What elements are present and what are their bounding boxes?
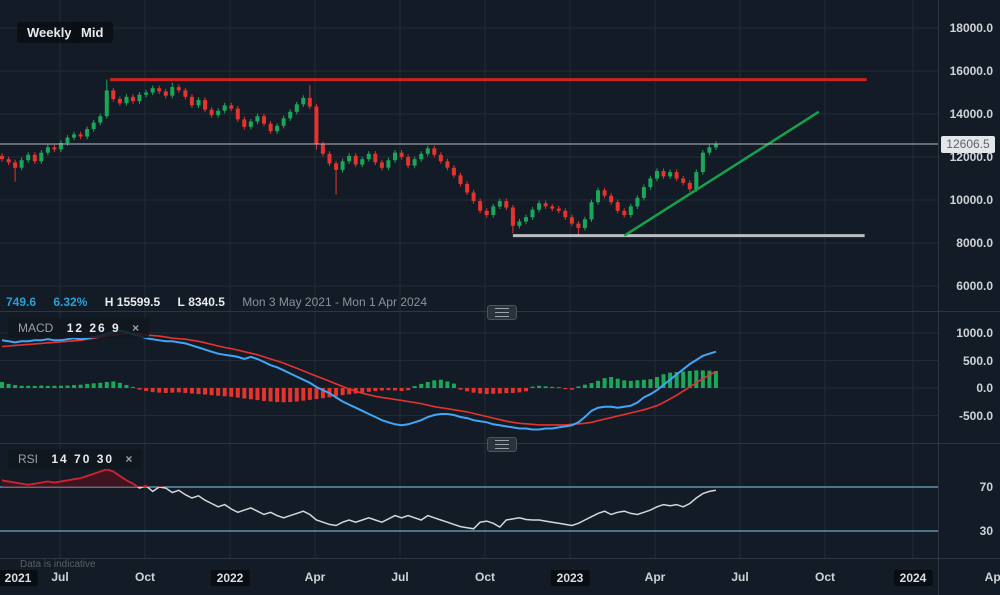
macd-tick-label: 1000.0 — [941, 326, 993, 340]
macd-name: MACD — [18, 321, 53, 335]
grid — [0, 0, 938, 558]
rsi-legend[interactable]: RSI 14 70 30 × — [8, 449, 142, 469]
time-tick-month: Apr — [305, 570, 326, 584]
chart-window: Weekly Mid 749.6 6.32% H 15599.5 L 8340.… — [0, 0, 1000, 595]
rsi-close-icon[interactable]: × — [125, 452, 132, 466]
macd-tick-label: 0.0 — [941, 381, 993, 395]
price-tick-label: 8000.0 — [941, 236, 993, 250]
grip-lines-icon — [495, 308, 509, 317]
price-tick-label: 6000.0 — [941, 279, 993, 293]
low-value: 8340.5 — [188, 295, 225, 309]
macd-tick-label: -500.0 — [941, 409, 993, 423]
price-tick-label: 16000.0 — [941, 64, 993, 78]
time-tick-month: Jul — [391, 570, 408, 584]
high-value: 15599.5 — [117, 295, 160, 309]
rsi-panel — [0, 469, 938, 531]
macd-legend[interactable]: MACD 12 26 9 × — [8, 318, 149, 338]
time-tick-year: 2023 — [551, 570, 590, 586]
macd-panel — [0, 331, 718, 430]
rsi-name: RSI — [18, 452, 38, 466]
rsi-level-label: 30 — [941, 524, 993, 538]
date-range: Mon 3 May 2021 - Mon 1 Apr 2024 — [242, 295, 427, 309]
panel-resize-grip[interactable] — [487, 437, 517, 452]
time-tick-year: 2024 — [894, 570, 933, 586]
data-indicative-note: Data is indicative — [20, 559, 96, 570]
rsi-level-label: 70 — [941, 480, 993, 494]
time-tick-month: Apr — [985, 570, 1000, 584]
time-tick-month: Apr — [645, 570, 666, 584]
price-tick-label: 10000.0 — [941, 193, 993, 207]
chart-style-button[interactable]: Mid — [71, 22, 113, 43]
time-tick-year: 2021 — [0, 570, 37, 586]
time-tick-month: Oct — [475, 570, 495, 584]
time-tick-month: Oct — [815, 570, 835, 584]
high-label: H — [105, 295, 114, 309]
time-tick-month: Jul — [731, 570, 748, 584]
symbol-info-bar: 749.6 6.32% H 15599.5 L 8340.5 Mon 3 May… — [6, 295, 427, 309]
price-tick-label: 14000.0 — [941, 107, 993, 121]
macd-tick-label: 500.0 — [941, 354, 993, 368]
panel-resize-grip[interactable] — [487, 305, 517, 320]
time-tick-month: Jul — [51, 570, 68, 584]
low-label: L — [178, 295, 185, 309]
candles — [0, 80, 718, 236]
price-tick-label: 12000.0 — [941, 150, 993, 164]
rsi-params: 14 70 30 — [51, 452, 114, 466]
trend-line[interactable] — [624, 112, 819, 236]
price-tick-label: 18000.0 — [941, 21, 993, 35]
change-value: 749.6 — [6, 295, 36, 309]
change-percent: 6.32% — [53, 295, 87, 309]
grip-lines-icon — [495, 440, 509, 449]
macd-close-icon[interactable]: × — [132, 321, 139, 335]
time-tick-month: Oct — [135, 570, 155, 584]
time-tick-year: 2022 — [211, 570, 250, 586]
macd-params: 12 26 9 — [67, 321, 121, 335]
